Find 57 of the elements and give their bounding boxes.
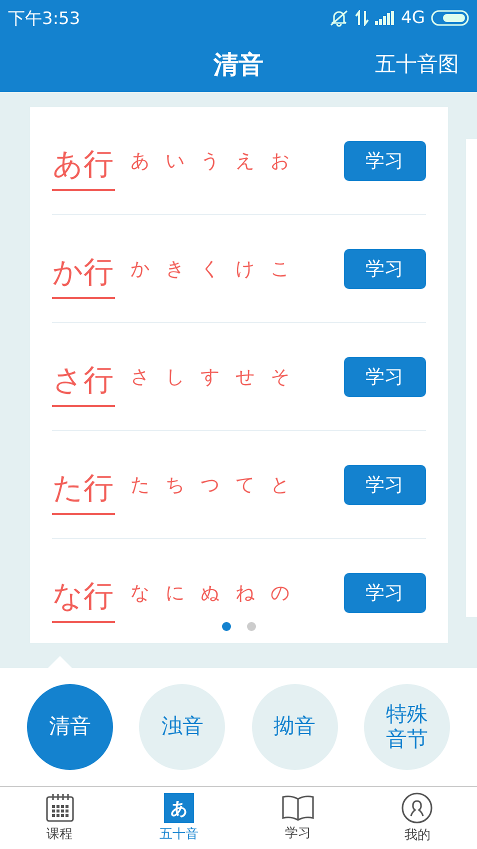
kana-character: ち (166, 472, 184, 498)
kana-character: け (236, 256, 254, 282)
kana-character: た (130, 472, 150, 498)
kana-character: そ (270, 364, 290, 390)
kana-character: の (270, 580, 290, 606)
category-button[interactable]: 拗音 (252, 684, 338, 770)
kana-character: ね (236, 580, 254, 606)
kana-character: お (270, 148, 290, 174)
category-button[interactable]: 特殊音节 (364, 684, 450, 770)
kana-character: き (166, 256, 184, 282)
study-button[interactable]: 学习 (344, 356, 426, 396)
nav-tab[interactable]: 课程 (0, 787, 120, 849)
battery-icon (431, 10, 469, 26)
kana-icon: あ (164, 793, 194, 823)
status-time: 下午3:53 (8, 8, 80, 30)
page-dot[interactable] (222, 622, 230, 631)
study-button[interactable]: 学习 (344, 248, 426, 288)
kana-character: あ (130, 148, 150, 174)
nav-tab[interactable]: あ 五十音 (119, 787, 238, 849)
category-button[interactable]: 清音 (27, 684, 114, 770)
kana-character: し (166, 364, 184, 390)
network-type: 4G (401, 8, 425, 28)
study-button[interactable]: 学习 (344, 572, 426, 612)
page-title: 清音 (214, 48, 264, 80)
page-dot[interactable] (246, 622, 256, 631)
kana-character: う (200, 148, 220, 174)
kana-character: て (236, 472, 254, 498)
kana-character: さ (130, 364, 150, 390)
kana-character: に (166, 580, 184, 606)
kana-character: え (236, 148, 254, 174)
kana-character: な (130, 580, 150, 606)
calendar-icon (44, 793, 75, 823)
nav-tab[interactable]: 学习 (238, 787, 358, 849)
signal-icon (375, 11, 395, 25)
mute-icon (329, 9, 349, 27)
row-label: た行 (52, 468, 114, 515)
row-label: あ行 (52, 144, 114, 191)
nav-tab[interactable]: 我的 (358, 787, 477, 849)
person-icon (401, 792, 434, 824)
kana-character: と (270, 472, 290, 498)
kana-character: ぬ (200, 580, 220, 606)
category-button[interactable]: 浊音 (139, 684, 226, 770)
book-icon (282, 794, 314, 822)
kana-character: つ (200, 472, 220, 498)
study-button[interactable]: 学习 (344, 464, 426, 504)
row-label: な行 (52, 576, 114, 623)
kana-character: す (200, 364, 220, 390)
chart-link[interactable]: 五十音图 (369, 49, 465, 79)
kana-character: こ (270, 256, 290, 282)
kana-character: せ (236, 364, 254, 390)
data-arrows-icon (355, 10, 369, 26)
kana-character: か (130, 256, 150, 282)
kana-character: く (200, 256, 220, 282)
row-label: か行 (52, 252, 114, 299)
study-button[interactable]: 学习 (344, 140, 426, 180)
row-label: さ行 (52, 360, 114, 407)
kana-character: い (166, 148, 184, 174)
